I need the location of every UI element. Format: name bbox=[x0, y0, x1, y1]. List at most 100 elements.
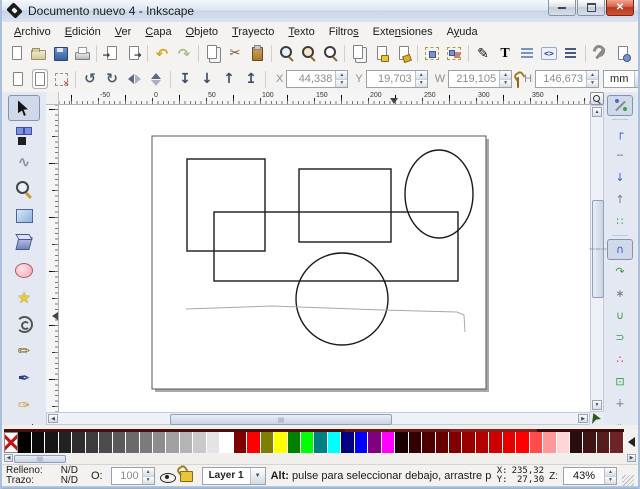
document-properties-button[interactable] bbox=[611, 43, 633, 65]
lock-ratio-icon[interactable] bbox=[517, 77, 519, 88]
x-step-down[interactable]: ▼ bbox=[336, 79, 347, 88]
scroll-right-arrow[interactable]: ▶ bbox=[578, 414, 588, 423]
palette-swatch[interactable] bbox=[274, 432, 287, 453]
print-document-button[interactable] bbox=[71, 43, 93, 65]
palette-swatch[interactable] bbox=[449, 432, 462, 453]
vertical-scrollbar[interactable]: ▲ ▼ bbox=[590, 105, 604, 412]
units-dropdown[interactable]: mm ▼ bbox=[603, 70, 640, 88]
lower-to-bottom-button[interactable] bbox=[174, 68, 196, 90]
star-tool-button[interactable] bbox=[8, 284, 40, 310]
pencil-tool-button[interactable] bbox=[8, 338, 40, 364]
palette-swatch[interactable] bbox=[99, 432, 112, 453]
scroll-down-arrow[interactable]: ▼ bbox=[592, 400, 602, 410]
palette-swatch[interactable] bbox=[583, 432, 596, 453]
menu-objeto[interactable]: Objeto bbox=[179, 24, 225, 40]
zoom-field[interactable]: 43% ▲▼ bbox=[563, 467, 617, 485]
layer-visibility-icon[interactable] bbox=[160, 471, 175, 482]
zoom-selection-button[interactable] bbox=[275, 43, 297, 65]
copy-button[interactable] bbox=[202, 43, 224, 65]
duplicate-button[interactable] bbox=[348, 43, 370, 65]
palette-swatch[interactable] bbox=[543, 432, 556, 453]
palette-swatch[interactable] bbox=[140, 432, 153, 453]
selector-tool-button[interactable] bbox=[8, 95, 40, 121]
zoom-page-button[interactable] bbox=[319, 43, 341, 65]
palette-scroll-thumb[interactable] bbox=[14, 455, 66, 463]
node-editor-tool-button[interactable] bbox=[8, 122, 40, 148]
x-step-up[interactable]: ▲ bbox=[336, 71, 347, 79]
palette-swatch[interactable] bbox=[220, 432, 233, 453]
snap-midpoints-button[interactable]: ∴ bbox=[607, 349, 633, 370]
palette-swatch[interactable] bbox=[341, 432, 354, 453]
zoom-tool-button[interactable] bbox=[8, 176, 40, 202]
flip-vertical-button[interactable] bbox=[145, 68, 167, 90]
menu-archivo[interactable]: Archivo bbox=[7, 24, 58, 40]
layer-lock-icon[interactable] bbox=[180, 471, 193, 482]
palette-swatch[interactable] bbox=[436, 432, 449, 453]
y-field[interactable]: 19,703 ▲▼ bbox=[366, 70, 428, 88]
snap-paths-button[interactable]: ↷ bbox=[607, 261, 633, 282]
palette-swatch[interactable] bbox=[261, 432, 274, 453]
palette-scroll-left-icon[interactable] bbox=[628, 437, 635, 447]
snap-bbox-edge-midpoints-button[interactable]: ↑ bbox=[607, 189, 633, 210]
palette-swatch[interactable] bbox=[368, 432, 381, 453]
horizontal-scroll-thumb[interactable] bbox=[170, 414, 392, 425]
opacity-step-up[interactable]: ▲ bbox=[143, 468, 154, 476]
palette-swatch[interactable] bbox=[409, 432, 422, 453]
select-all-layers-button[interactable] bbox=[28, 68, 50, 90]
enable-snapping-button[interactable] bbox=[607, 95, 633, 116]
inkscape-preferences-button[interactable] bbox=[589, 43, 611, 65]
fill-stroke-indicator[interactable]: Relleno: N/D Trazo: N/D bbox=[6, 466, 78, 486]
palette-swatch[interactable] bbox=[610, 432, 623, 453]
export-button[interactable] bbox=[122, 43, 144, 65]
snap-bbox-edges-button[interactable]: ╌ bbox=[607, 145, 633, 166]
palette-swatch[interactable] bbox=[207, 432, 220, 453]
layer-dropdown[interactable]: Layer 1 ▼ bbox=[202, 467, 266, 485]
w-step-down[interactable]: ▼ bbox=[500, 79, 511, 88]
palette-swatch[interactable] bbox=[45, 432, 58, 453]
palette-swatch[interactable] bbox=[234, 432, 247, 453]
save-document-button[interactable] bbox=[49, 43, 71, 65]
palette-scroll-left-arrow[interactable]: ◀ bbox=[4, 454, 13, 462]
lower-button[interactable] bbox=[196, 68, 218, 90]
ellipse-tool-button[interactable] bbox=[8, 257, 40, 283]
palette-swatch[interactable] bbox=[462, 432, 475, 453]
canvas-viewport[interactable] bbox=[59, 105, 590, 412]
horizontal-scrollbar[interactable]: ◀ ▶ bbox=[46, 412, 590, 425]
palette-scroll-right-arrow[interactable]: ▶ bbox=[627, 454, 636, 462]
opacity-field[interactable]: 100 ▲▼ bbox=[111, 467, 155, 485]
opacity-step-down[interactable]: ▼ bbox=[143, 476, 154, 485]
scroll-left-arrow[interactable]: ◀ bbox=[48, 414, 58, 423]
palette-swatch-none[interactable] bbox=[4, 432, 18, 453]
box-3d-tool-button[interactable] bbox=[8, 230, 40, 256]
ungroup-button[interactable] bbox=[443, 43, 465, 65]
palette-swatch[interactable] bbox=[86, 432, 99, 453]
palette-swatch[interactable] bbox=[180, 432, 193, 453]
create-clone-button[interactable] bbox=[370, 43, 392, 65]
palette-swatch[interactable] bbox=[530, 432, 543, 453]
palette-swatch[interactable] bbox=[153, 432, 166, 453]
menu-trayecto[interactable]: Trayecto bbox=[225, 24, 281, 40]
palette-swatch[interactable] bbox=[301, 432, 314, 453]
snap-nodes-button[interactable]: ∩ bbox=[607, 239, 633, 260]
height-field[interactable]: 146,673 ▲▼ bbox=[535, 70, 599, 88]
flip-horizontal-button[interactable] bbox=[123, 68, 145, 90]
rectangle-tool-button[interactable] bbox=[8, 203, 40, 229]
maximize-button[interactable] bbox=[577, 0, 605, 16]
undo-button[interactable] bbox=[151, 43, 173, 65]
fill-stroke-dialog-button[interactable] bbox=[472, 43, 494, 65]
minimize-button[interactable] bbox=[548, 0, 576, 16]
palette-swatch[interactable] bbox=[382, 432, 395, 453]
paste-button[interactable] bbox=[246, 43, 268, 65]
open-document-button[interactable] bbox=[27, 43, 49, 65]
palette-swatch[interactable] bbox=[126, 432, 139, 453]
import-button[interactable] bbox=[100, 43, 122, 65]
rotate-ccw-button[interactable] bbox=[79, 68, 101, 90]
snap-cusp-nodes-button[interactable]: ∪ bbox=[607, 305, 633, 326]
raise-to-top-button[interactable] bbox=[240, 68, 262, 90]
width-field[interactable]: 219,105 ▲▼ bbox=[448, 70, 512, 88]
align-dialog-button[interactable] bbox=[560, 43, 582, 65]
palette-swatch[interactable] bbox=[570, 432, 583, 453]
menu-capa[interactable]: Capa bbox=[138, 24, 178, 40]
xml-editor-button[interactable] bbox=[538, 43, 560, 65]
palette-swatch[interactable] bbox=[516, 432, 529, 453]
